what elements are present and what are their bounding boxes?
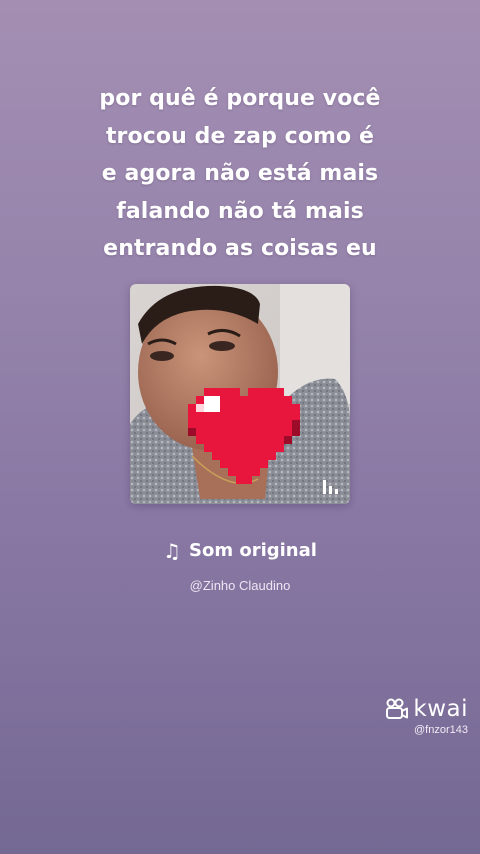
brand-name: kwai <box>413 696 468 722</box>
lyric-line: por quê é porque você <box>99 86 381 111</box>
album-cover[interactable] <box>130 284 350 504</box>
lyrics-block: por quê é porque você trocou de zap como… <box>40 80 440 268</box>
cover-photo <box>130 284 350 504</box>
lyric-line: falando não tá mais <box>116 198 364 224</box>
sound-author[interactable]: @Zinho Claudino <box>0 578 480 593</box>
music-screen: por quê é porque você trocou de zap como… <box>0 0 480 854</box>
sound-title: Som original <box>188 540 317 561</box>
music-note-icon: ♫ <box>163 538 181 563</box>
watermark-handle: @fnzor143 <box>414 724 468 736</box>
lyric-line: trocou de zap como é <box>105 123 375 149</box>
sound-info[interactable]: ♫ Som original <box>0 540 480 563</box>
lyric-line: entrando as coisas eu <box>103 236 377 261</box>
kwai-watermark: kwai @fnzor143 <box>385 696 468 736</box>
lyric-line: e agora não está mais <box>101 161 379 186</box>
audio-bars-icon <box>323 480 338 494</box>
kwai-logo-icon <box>386 698 409 719</box>
